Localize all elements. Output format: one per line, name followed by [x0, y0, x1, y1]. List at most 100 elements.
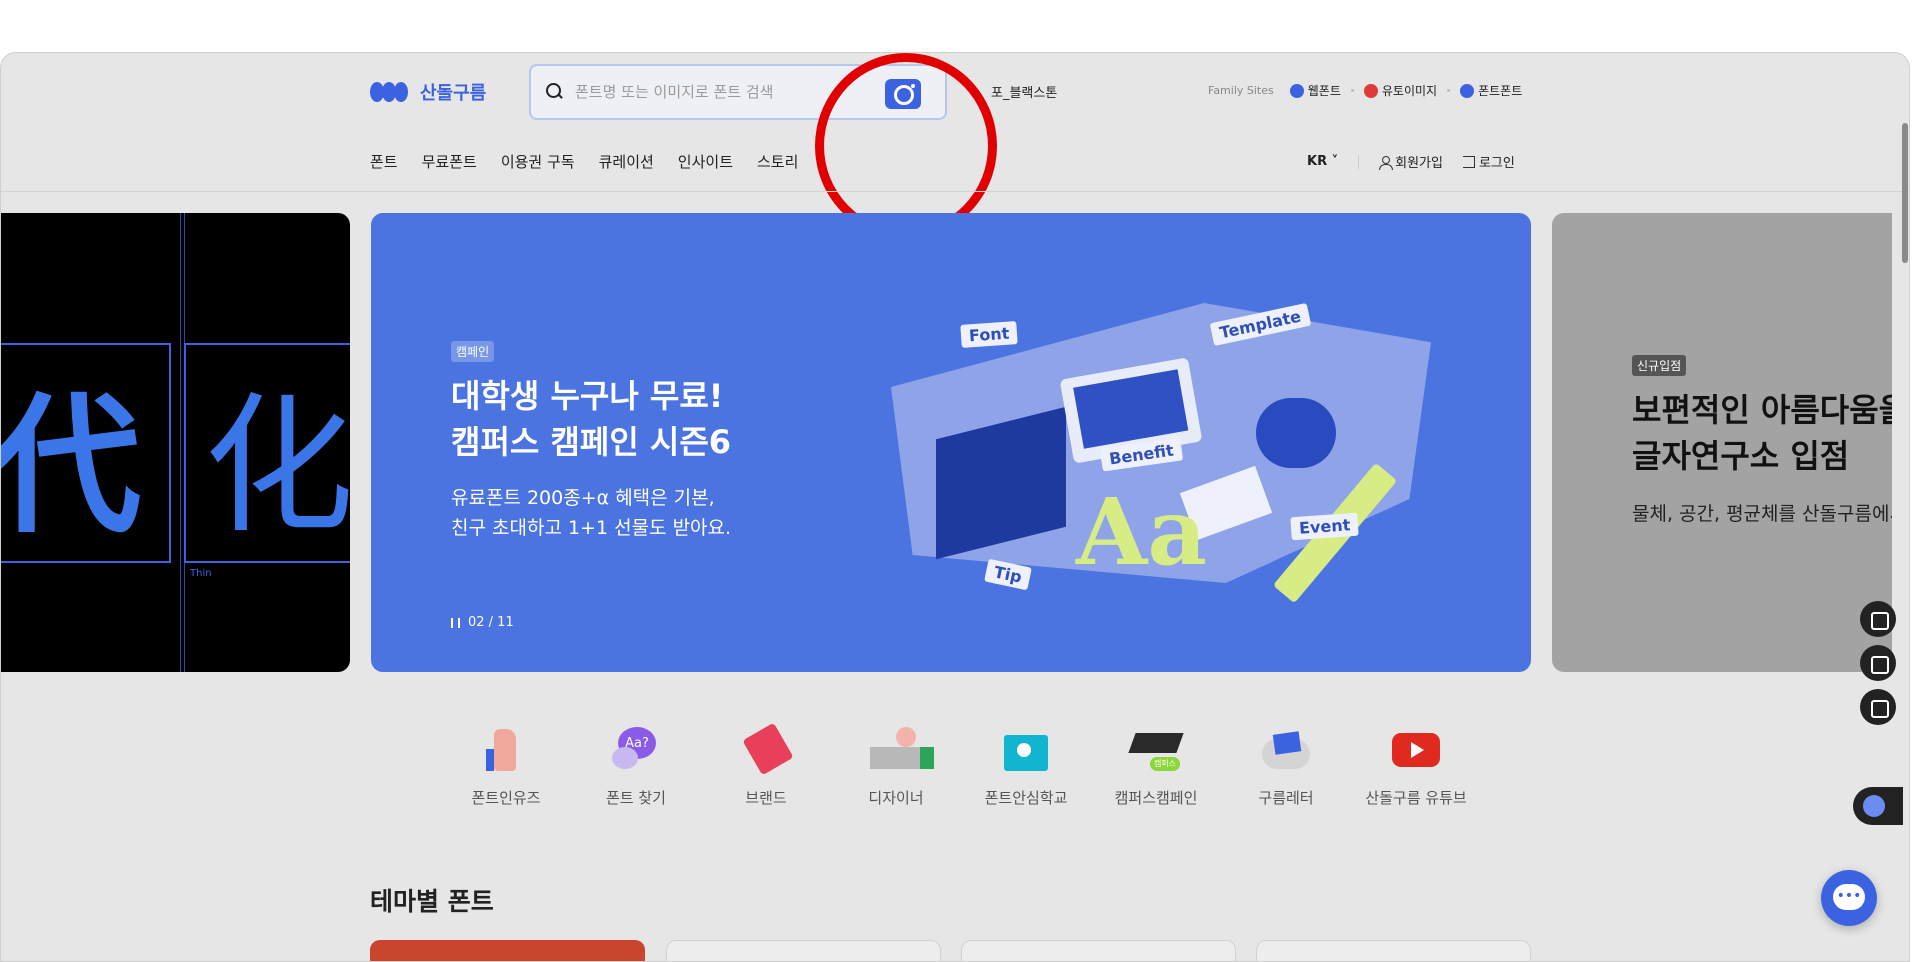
carousel-slide-next[interactable]: 신규입점 보편적인 아름다움을 글자연구소 입점 물체, 공간, 평균체를 산돌…	[1552, 213, 1892, 672]
carousel-slide-current[interactable]: 캠페인 대학생 누구나 무료! 캠퍼스 캠페인 시즌6 유료폰트 200종+α …	[371, 213, 1531, 672]
search-hint-text[interactable]: 포_블랙스톤	[991, 82, 1057, 101]
logo-cloud-icon	[370, 82, 408, 102]
scrollbar-thumb[interactable]	[1902, 123, 1908, 263]
designer-icon	[870, 725, 934, 775]
aa-illustration: Aa	[1076, 478, 1207, 586]
theme-card[interactable]	[961, 940, 1236, 961]
sticker-event: Event	[1290, 512, 1359, 541]
slide-title: 보편적인 아름다움을 글자연구소 입점	[1632, 387, 1892, 479]
search-bar[interactable]	[529, 64, 947, 120]
campaign-illustration: Aa Font Template Benefit Event Tip	[891, 263, 1451, 623]
header-divider	[1, 191, 1909, 192]
nav-item-insight[interactable]: 인사이트	[678, 151, 733, 172]
youtube-icon	[1390, 725, 1442, 775]
user-icon	[1379, 156, 1394, 170]
quick-link-label: 폰트인유즈	[471, 789, 541, 807]
language-label: KR	[1307, 154, 1328, 169]
broadcast-icon[interactable]	[1860, 645, 1896, 681]
nav-item-fonts[interactable]: 폰트	[370, 151, 398, 172]
nav-item-story[interactable]: 스토리	[757, 151, 798, 172]
separator-dot	[1350, 89, 1354, 92]
quick-link-youtube[interactable]: 산돌구름 유튜브	[1351, 725, 1481, 808]
chat-button[interactable]	[1821, 870, 1877, 926]
tag-icon	[740, 725, 792, 775]
login-label: 로그인	[1478, 156, 1515, 171]
camera-search-icon[interactable]	[885, 79, 921, 109]
quick-link-label: 산돌구름 유튜브	[1365, 789, 1467, 807]
quick-link-find-font[interactable]: 폰트 찾기	[571, 725, 701, 808]
theme-card[interactable]	[666, 940, 941, 961]
separator-dot	[1447, 89, 1451, 92]
slide-tag: 신규입점	[1632, 355, 1687, 376]
family-site-label: 유토이미지	[1381, 84, 1438, 98]
pager-count: 02 / 11	[468, 615, 514, 630]
glyph: 代	[1, 379, 141, 554]
login-icon	[1462, 156, 1475, 168]
glyph-box: 代	[1, 343, 171, 563]
weight-label: Thin	[190, 568, 212, 579]
slide-title-line: 글자연구소 입점	[1632, 437, 1850, 475]
command-icon[interactable]	[1860, 689, 1896, 725]
browser-window: 산돌구름 포_블랙스톤 Family Sites 웹폰트 유토이미지 폰트폰트 …	[0, 52, 1910, 962]
slide-title-line: 캠퍼스 캠페인 시즌6	[451, 423, 732, 461]
theme-card[interactable]	[1256, 940, 1531, 961]
carousel-slide-prev[interactable]: 代 化 Thin	[1, 213, 350, 672]
nav-account: KR ˅ 회원가입 로그인	[1307, 152, 1515, 171]
fontfont-icon	[1460, 83, 1475, 98]
family-site-label: 폰트폰트	[1478, 84, 1523, 98]
utoimage-icon	[1363, 83, 1378, 98]
slide-description-line: 유료폰트 200종+α 혜택은 기본,	[451, 487, 715, 509]
quick-link-cloud-letter[interactable]: 구름레터	[1221, 725, 1351, 808]
nav-item-free-fonts[interactable]: 무료폰트	[422, 151, 477, 172]
slide-title: 대학생 누구나 무료! 캠퍼스 캠페인 시즌6	[451, 373, 731, 465]
mug-illustration	[1256, 398, 1336, 468]
quick-links: 폰트인유즈 폰트 찾기 브랜드 디자이너 폰트안심학교 캠퍼스캠페인 구름레터	[441, 725, 1481, 808]
slide-description: 물체, 공간, 평균체를 산돌구름에서	[1632, 503, 1892, 525]
speech-bubble-icon	[610, 725, 662, 775]
quick-link-label: 폰트 찾기	[606, 789, 666, 807]
search-icon	[545, 82, 565, 102]
glyph-box: 化	[184, 343, 350, 563]
quick-link-label: 브랜드	[745, 789, 787, 807]
pause-icon[interactable]	[451, 617, 460, 628]
signup-label: 회원가입	[1395, 156, 1443, 171]
section-title: 테마별 폰트	[370, 887, 494, 916]
graduation-cap-icon	[1130, 725, 1182, 775]
login-link[interactable]: 로그인	[1462, 152, 1515, 171]
school-icon	[1000, 725, 1052, 775]
quick-link-designer[interactable]: 디자이너	[831, 725, 961, 808]
family-site-webfont[interactable]: 웹폰트	[1289, 82, 1341, 99]
search-input[interactable]	[575, 83, 875, 101]
glyph: 化	[203, 379, 350, 554]
webfont-icon	[1289, 83, 1304, 98]
main-nav: 폰트 무료폰트 이용권 구독 큐레이션 인사이트 스토리	[370, 151, 798, 172]
language-selector[interactable]: KR ˅	[1307, 154, 1338, 169]
quick-link-font-in-use[interactable]: 폰트인유즈	[441, 725, 571, 808]
scrollbar[interactable]	[1901, 73, 1909, 961]
family-sites-label: Family Sites	[1208, 84, 1274, 97]
slide-description: 유료폰트 200종+α 혜택은 기본, 친구 초대하고 1+1 선물도 받아요.	[451, 483, 731, 543]
nav-item-curation[interactable]: 큐레이션	[599, 151, 654, 172]
theme-card[interactable]	[370, 940, 645, 961]
logo-text: 산돌구름	[420, 83, 487, 104]
quick-link-campus-campaign[interactable]: 캠퍼스캠페인	[1091, 725, 1221, 808]
sandoll-logo[interactable]: 산돌구름	[370, 79, 486, 105]
family-site-label: 웹폰트	[1307, 84, 1341, 98]
quick-link-label: 디자이너	[868, 789, 924, 807]
cloud-letter-icon	[1260, 725, 1312, 775]
nav-item-subscription[interactable]: 이용권 구독	[501, 151, 575, 172]
family-site-utoimage[interactable]: 유토이미지	[1363, 82, 1438, 99]
slide-title-line: 대학생 누구나 무료!	[451, 377, 724, 415]
quick-link-brand[interactable]: 브랜드	[701, 725, 831, 808]
assistant-bot-icon[interactable]	[1853, 787, 1903, 825]
family-site-fontfont[interactable]: 폰트폰트	[1460, 82, 1522, 99]
quick-link-font-school[interactable]: 폰트안심학교	[961, 725, 1091, 808]
family-sites: Family Sites 웹폰트 유토이미지 폰트폰트	[1208, 82, 1522, 99]
slide-title-line: 보편적인 아름다움을	[1632, 391, 1892, 429]
quick-link-label: 캠퍼스캠페인	[1114, 789, 1198, 807]
book-icon[interactable]	[1860, 601, 1896, 637]
slide-description-line: 친구 초대하고 1+1 선물도 받아요.	[451, 517, 732, 539]
signup-link[interactable]: 회원가입	[1379, 152, 1443, 171]
slide-tag: 캠페인	[451, 341, 495, 362]
carousel-pager: 02 / 11	[451, 615, 514, 630]
